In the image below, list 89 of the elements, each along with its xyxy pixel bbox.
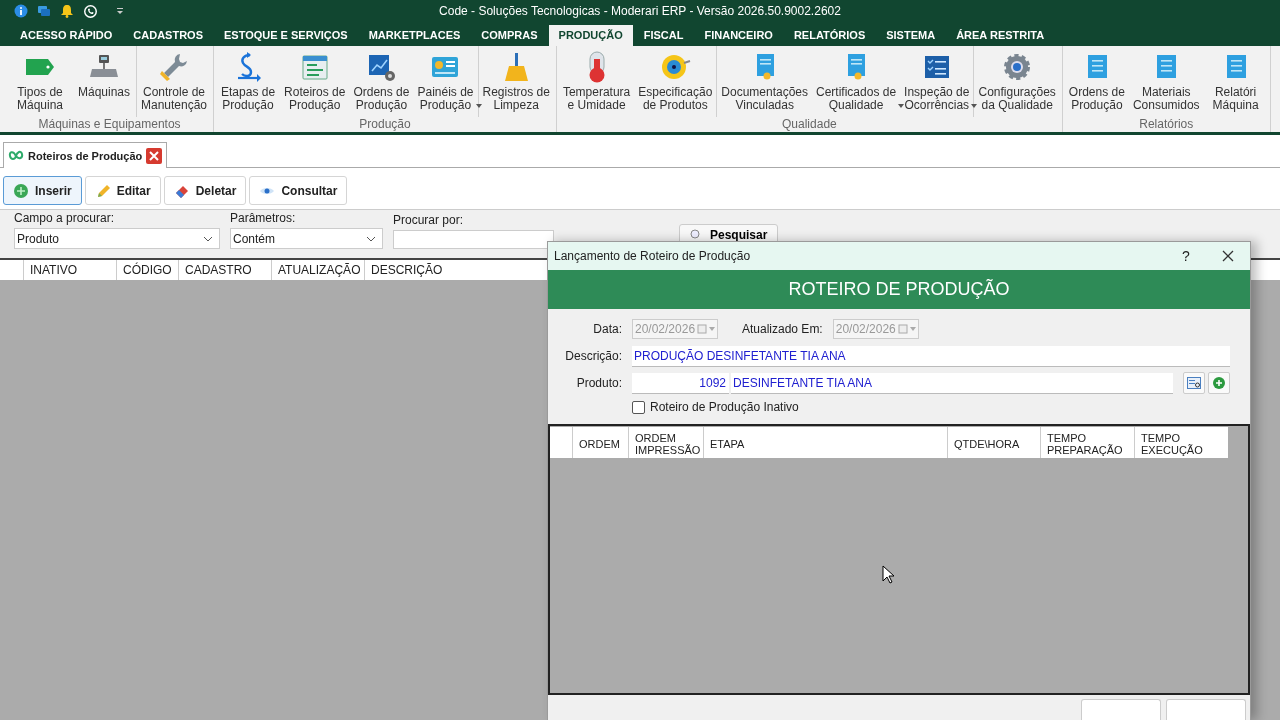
column-header[interactable]: ORDEM IMPRESSÃO [628,427,703,458]
field-label: Data: [592,322,622,337]
help-button[interactable]: ? [1166,248,1206,265]
chat-icon[interactable] [37,4,51,18]
ribbon-button[interactable]: Roteiros de Produção [280,46,350,117]
dropdown[interactable]: Contém [230,228,383,249]
group-label: Máquinas e Equipamentos [37,117,182,132]
column-header[interactable]: TEMPO PREPARAÇÃO [1040,427,1134,458]
knot-icon [8,149,24,162]
ribbon-button[interactable]: Controle de Manutenção [137,46,212,117]
product-name-field[interactable]: DESINFETANTE TIA ANA [731,372,1173,394]
tab-label: Roteiros de Produção [28,149,143,162]
menu-tab[interactable]: MARKETPLACES [358,25,471,46]
column-header[interactable]: CÓDIGO [116,260,178,280]
calendar-icon [697,324,717,335]
group-label: Relatórios [1138,117,1195,132]
ribbon-button[interactable]: Materiais Consumidos [1128,46,1204,117]
add-button[interactable] [1208,372,1230,395]
toolbar-button[interactable]: Deletar [163,176,247,205]
wrench-icon [158,51,190,83]
field-label: Descrição: [564,349,622,364]
menu-tab[interactable]: ESTOQUE E SERVIÇOS [213,25,358,46]
info-icon[interactable] [14,4,28,18]
checkbox-label: Roteiro de Produção Inativo [650,400,799,415]
menu-tab[interactable]: SISTEMA [876,25,946,46]
caret-icon [475,104,482,108]
window-title: Code - Soluções Tecnologicas - Moderari ERP - Versão 2026.50.9002.2602 [439,4,841,18]
ribbon-button[interactable]: Documentações Vinculadas [717,46,813,117]
plus-circle-icon [13,182,29,199]
search-icon [690,229,702,241]
ribbon-button[interactable]: Registros de Limpeza [478,46,554,117]
checkbox[interactable] [632,400,645,414]
plus-circle-icon [1212,376,1226,391]
column-header[interactable]: ORDEM [572,427,628,458]
ribbon-button[interactable]: Relatóri Máquina [1203,46,1268,117]
search-field[interactable] [393,230,554,249]
menu-tab[interactable]: CADASTROS [123,25,213,46]
ribbon-button[interactable]: Inspeção de Ocorrências [900,46,974,117]
description-field[interactable]: PRODUÇÃO DESINFETANTE TIA ANA [632,345,1230,367]
ribbon-button[interactable]: Etapas de Produção [216,46,281,117]
column-header[interactable]: ETAPA [703,427,947,458]
ribbon-button[interactable]: Certificados de Qualidade [812,46,901,117]
menu-tab[interactable]: PRODUÇÃO [548,25,633,46]
row-indicator-header [550,427,572,458]
toolbar-button[interactable]: Inserir [3,176,82,205]
calendar-icon [897,324,918,335]
column-header[interactable]: QTDE\HORA [947,427,1040,458]
ribbon-button[interactable]: Temperatura e Umidade [558,46,635,117]
ribbon-button[interactable]: Ordens de Produção [1064,46,1129,117]
menu-tab[interactable]: COMPRAS [471,25,548,46]
ribbon-button[interactable]: Configurações da Qualidade [974,46,1060,117]
mouse-cursor-icon [882,565,894,584]
lookup-button[interactable] [1183,372,1205,395]
column-header[interactable]: DESCRIÇÃO [364,260,524,280]
bell-icon[interactable] [60,4,74,18]
dialog-title: Lançamento de Roteiro de Produção [554,249,752,264]
menu-tab[interactable]: RELATÓRIOS [783,25,876,46]
ribbon-button[interactable]: Especificação de Produtos [634,46,717,117]
close-icon[interactable] [1222,250,1234,263]
menu-tab[interactable]: FINANCEIRO [694,25,783,46]
caret-icon [898,104,905,108]
menu-tab[interactable]: FISCAL [633,25,694,46]
ribbon-button[interactable]: Máquinas [72,46,136,117]
toolbar-button[interactable]: Consultar [249,176,348,205]
dialog-header: ROTEIRO DE PRODUÇÃO [788,279,1010,301]
ribbon-button[interactable]: Tipos de Máquina [8,46,72,117]
field-label: Parâmetros: [230,211,297,225]
group-label: Qualidade [781,117,838,132]
column-header[interactable]: INATIVO [23,260,116,280]
caret-icon [971,104,978,108]
menu-tab[interactable]: ÁREA RESTRITA [946,25,1055,46]
ribbon-button[interactable]: Painéis de Produção [413,46,478,117]
ribbon-button[interactable]: Ordens de Produção [349,46,414,117]
field-label: Campo a procurar: [14,211,116,225]
column-header[interactable]: CADASTRO [178,260,271,280]
product-code-field[interactable]: 1092 [632,372,729,394]
dropdown[interactable]: Produto [14,228,220,249]
list-search-icon [1187,377,1201,390]
field-label: Procurar por: [393,213,465,227]
column-header[interactable]: ATUALIZAÇÃO [271,260,364,280]
group-label: Produção [358,117,412,132]
field-label: Produto: [575,376,622,391]
chevron-icon [366,235,376,242]
document-tab[interactable]: Roteiros de Produção [3,142,168,168]
menu-tab[interactable]: ACESSO RÁPIDO [10,25,123,46]
field-label: Atualizado Em: [742,322,823,337]
chevron-icon [203,235,213,242]
toolbar-button[interactable]: Editar [84,176,161,205]
column-header[interactable]: TEMPO EXECUÇÃO [1134,427,1228,458]
